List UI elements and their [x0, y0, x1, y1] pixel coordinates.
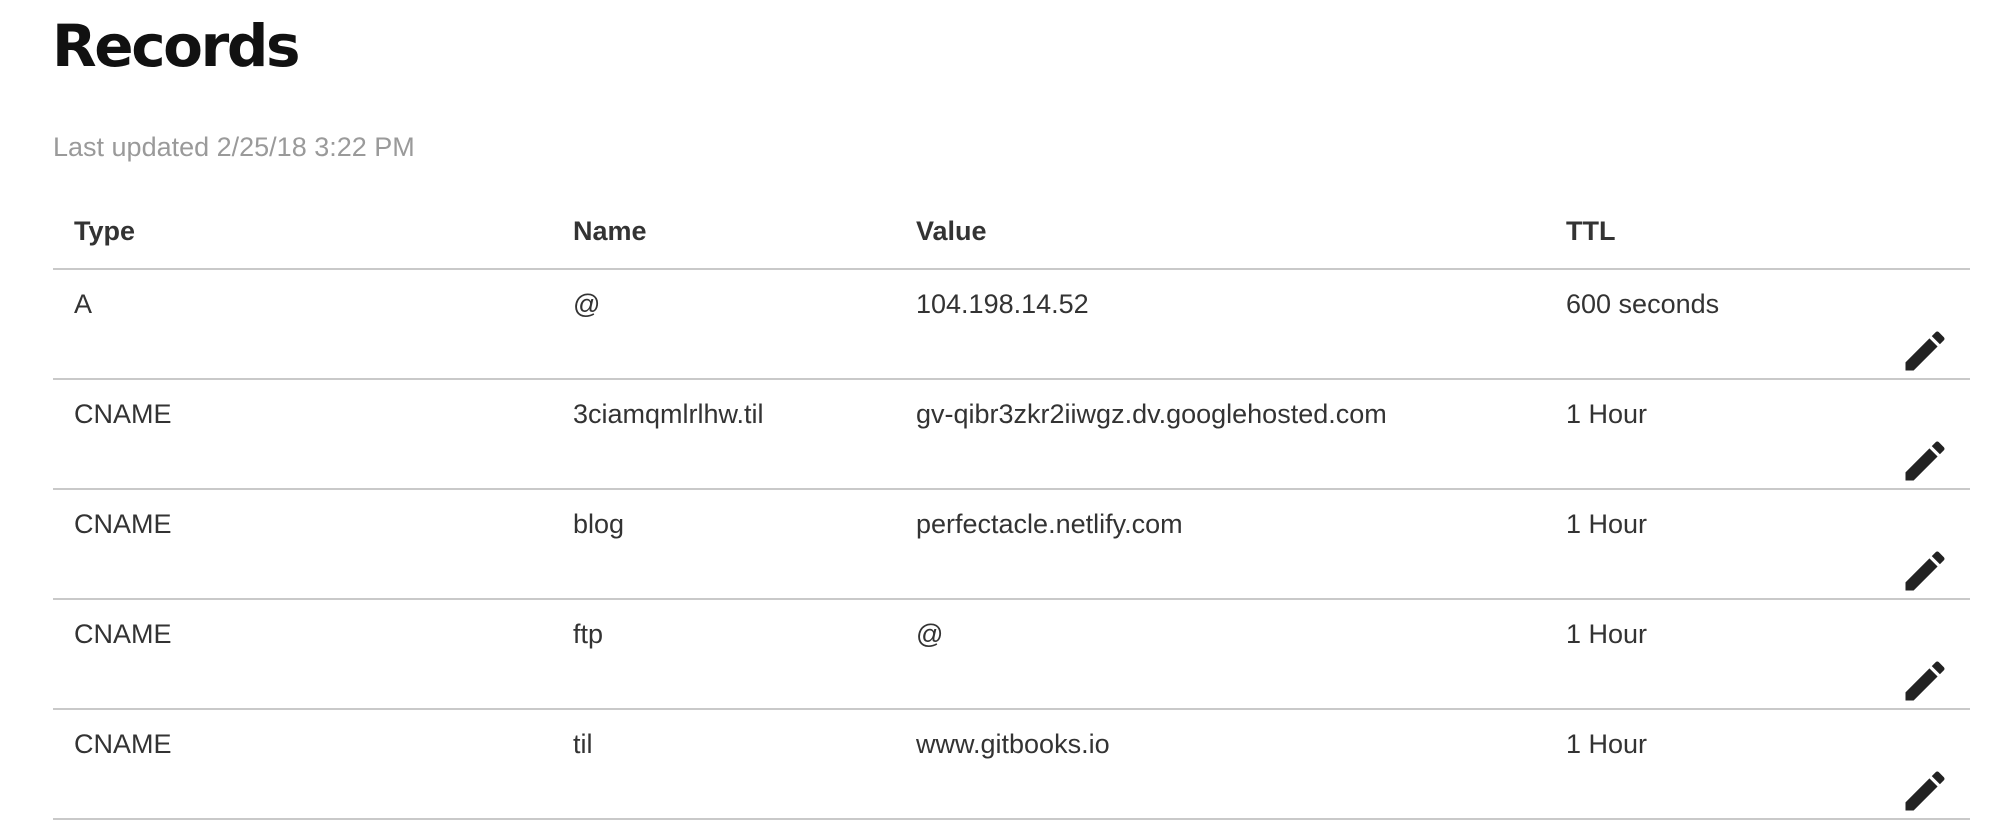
record-type: CNAME	[74, 509, 172, 539]
records-table: Type Name Value TTL A @ 104.198.14.52 60…	[53, 196, 1970, 820]
record-ttl: 1 Hour	[1566, 399, 1648, 429]
column-header-name[interactable]: Name	[573, 213, 647, 249]
record-name: til	[573, 729, 593, 759]
column-header-value[interactable]: Value	[916, 213, 987, 249]
record-name: blog	[573, 509, 625, 539]
table-header: Type Name Value TTL	[53, 196, 1970, 270]
column-header-ttl[interactable]: TTL	[1566, 213, 1615, 249]
record-type: CNAME	[74, 399, 172, 429]
record-ttl: 600 seconds	[1566, 289, 1720, 319]
record-ttl: 1 Hour	[1566, 729, 1648, 759]
records-page: Records Last updated 2/25/18 3:22 PM Typ…	[0, 0, 2002, 834]
edit-record-button[interactable]	[1896, 542, 1954, 600]
record-value: perfectacle.netlify.com	[916, 509, 1183, 539]
table-row: CNAME til www.gitbooks.io 1 Hour	[53, 710, 1970, 820]
pencil-icon	[1905, 661, 1945, 701]
record-name: @	[573, 289, 601, 319]
record-name: 3ciamqmlrlhw.til	[573, 399, 764, 429]
last-updated-text: Last updated 2/25/18 3:22 PM	[53, 132, 415, 162]
record-name: ftp	[573, 619, 604, 649]
table-row: CNAME 3ciamqmlrlhw.til gv-qibr3zkr2iiwgz…	[53, 380, 1970, 490]
edit-record-button[interactable]	[1896, 652, 1954, 710]
edit-record-button[interactable]	[1896, 322, 1954, 380]
pencil-icon	[1905, 771, 1945, 811]
table-row: CNAME ftp @ 1 Hour	[53, 600, 1970, 710]
record-type: A	[74, 289, 93, 319]
pencil-icon	[1905, 331, 1945, 371]
record-value: 104.198.14.52	[916, 289, 1089, 319]
record-value: @	[916, 619, 944, 649]
page-title: Records	[52, 12, 300, 80]
record-ttl: 1 Hour	[1566, 509, 1648, 539]
table-row: A @ 104.198.14.52 600 seconds	[53, 270, 1970, 380]
column-header-type[interactable]: Type	[74, 213, 135, 249]
edit-record-button[interactable]	[1896, 762, 1954, 820]
pencil-icon	[1905, 441, 1945, 481]
record-value: www.gitbooks.io	[916, 729, 1110, 759]
record-type: CNAME	[74, 619, 172, 649]
record-ttl: 1 Hour	[1566, 619, 1648, 649]
pencil-icon	[1905, 551, 1945, 591]
table-row: CNAME blog perfectacle.netlify.com 1 Hou…	[53, 490, 1970, 600]
record-value: gv-qibr3zkr2iiwgz.dv.googlehosted.com	[916, 399, 1387, 429]
record-type: CNAME	[74, 729, 172, 759]
edit-record-button[interactable]	[1896, 432, 1954, 490]
